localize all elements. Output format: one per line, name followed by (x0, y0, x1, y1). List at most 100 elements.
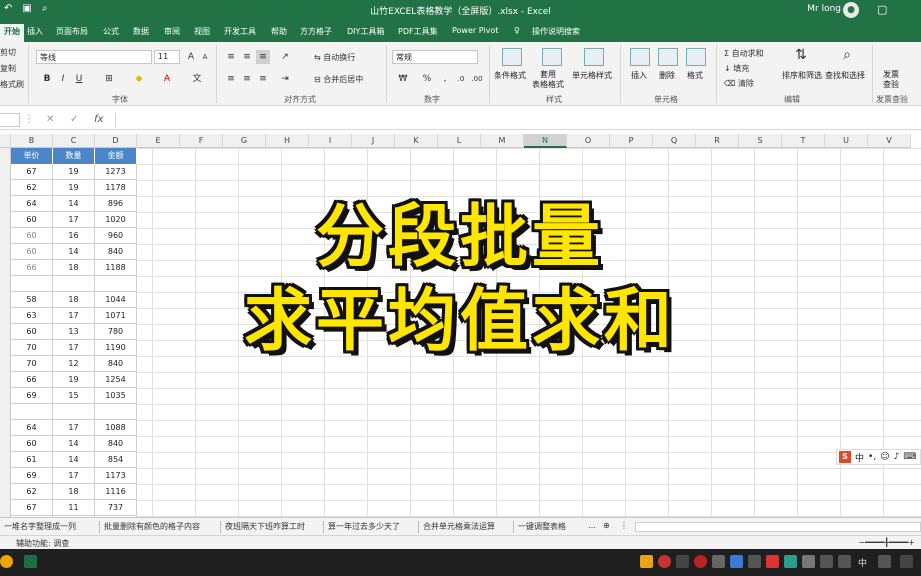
tab-power-pivot[interactable]: Power Pivot (452, 26, 498, 35)
tray-icon[interactable] (766, 555, 779, 568)
table-cell[interactable]: 62 (11, 484, 53, 500)
wrap-text-button[interactable]: ⇆ 自动换行 (314, 52, 355, 63)
fill-button[interactable]: ↓ 填充 (724, 63, 749, 74)
cell-styles-button[interactable]: 单元格样式 (572, 70, 612, 81)
table-cell[interactable]: 840 (95, 356, 137, 372)
table-cell[interactable]: 15 (53, 388, 95, 404)
align-right-icon[interactable]: ≡ (256, 72, 270, 86)
table-cell[interactable]: 1273 (95, 164, 137, 180)
network-icon[interactable] (820, 555, 833, 568)
table-cell[interactable]: 18 (53, 260, 95, 276)
table-cell[interactable]: 18 (53, 292, 95, 308)
percent-icon[interactable]: % (420, 72, 434, 86)
tab-page-layout[interactable]: 页面布局 (56, 26, 88, 37)
table-cell[interactable]: 17 (53, 420, 95, 436)
table-cell[interactable]: 1254 (95, 372, 137, 388)
column-header-s[interactable]: S (739, 134, 782, 148)
table-cell[interactable]: 69 (11, 468, 53, 484)
font-color-icon[interactable]: A (160, 72, 174, 86)
table-cell[interactable]: 1190 (95, 340, 137, 356)
table-cell[interactable] (95, 276, 137, 292)
table-cell[interactable]: 67 (11, 164, 53, 180)
tell-me-search[interactable]: 操作说明搜索 (532, 26, 580, 37)
table-cell[interactable]: 1178 (95, 180, 137, 196)
tab-review[interactable]: 审阅 (164, 26, 180, 37)
tray-icon[interactable] (802, 555, 815, 568)
font-shrink-icon[interactable]: A (198, 50, 212, 64)
table-cell[interactable]: 12 (53, 356, 95, 372)
find-select-icon[interactable]: ⌕ (840, 48, 854, 62)
sheet-tab[interactable]: 一键调整表格 (518, 521, 566, 532)
column-header-r[interactable]: R (696, 134, 739, 148)
table-cell[interactable]: 17 (53, 212, 95, 228)
tab-insert[interactable]: 插入 (27, 26, 43, 37)
row-headers[interactable] (0, 148, 11, 517)
table-cell[interactable]: 60 (11, 436, 53, 452)
table-cell[interactable]: 1035 (95, 388, 137, 404)
tray-icon[interactable] (784, 555, 797, 568)
sort-filter-icon[interactable]: ⇅ (794, 48, 808, 62)
column-header-m[interactable]: M (481, 134, 524, 148)
table-cell[interactable] (95, 404, 137, 420)
table-cell[interactable]: 1088 (95, 420, 137, 436)
avatar[interactable]: ● (843, 2, 859, 18)
sheet-tab[interactable]: 夜班隔天下班咋算工时 (225, 521, 305, 532)
user-name[interactable]: Mr long (807, 4, 841, 14)
zoom-slider[interactable]: −━━━━╂━━━━+ (858, 538, 915, 547)
notification-icon[interactable] (900, 555, 913, 568)
volume-icon[interactable] (838, 555, 851, 568)
merge-center-button[interactable]: ⊟ 合并后居中 (314, 74, 363, 85)
align-top-icon[interactable]: ≡ (224, 50, 238, 64)
chrome-icon[interactable] (0, 555, 13, 568)
tray-icon[interactable] (730, 555, 743, 568)
table-cell[interactable]: 14 (53, 244, 95, 260)
table-cell[interactable]: 16 (53, 228, 95, 244)
column-header-g[interactable]: G (223, 134, 266, 148)
table-cell[interactable]: 19 (53, 372, 95, 388)
column-header-d[interactable]: D (95, 134, 137, 148)
cut-button[interactable]: 剪切 (0, 47, 16, 58)
table-cell[interactable]: 70 (11, 356, 53, 372)
restore-icon[interactable]: ▢ (877, 3, 891, 16)
align-center-icon[interactable]: ≡ (240, 72, 254, 86)
table-cell[interactable]: 60 (11, 212, 53, 228)
increase-decimal-icon[interactable]: .0 (454, 72, 468, 86)
table-cell[interactable]: 69 (11, 388, 53, 404)
ime-indicator[interactable]: 中 (858, 556, 867, 569)
border-icon[interactable]: ⊞ (102, 72, 116, 86)
header-amount[interactable]: 金额 (95, 148, 137, 164)
table-cell[interactable]: 70 (11, 340, 53, 356)
format-painter-button[interactable]: 格式刷 (0, 79, 24, 90)
table-cell[interactable]: 840 (95, 436, 137, 452)
find-select-button[interactable]: 查找和选择 (825, 70, 865, 81)
emoji-icon[interactable]: ☺ (880, 452, 889, 462)
table-cell[interactable]: 66 (11, 372, 53, 388)
column-header-k[interactable]: K (395, 134, 438, 148)
conditional-format-button[interactable]: 条件格式 (494, 70, 526, 81)
table-cell[interactable]: 1044 (95, 292, 137, 308)
table-cell[interactable]: 1116 (95, 484, 137, 500)
format-as-table-button[interactable]: 套用 表格格式 (532, 70, 564, 90)
bold-button[interactable]: B (40, 72, 54, 86)
table-cell[interactable]: 1071 (95, 308, 137, 324)
cell-styles-icon[interactable] (584, 48, 604, 66)
header-unit-price[interactable]: 单价 (11, 148, 53, 164)
tab-data[interactable]: 数据 (133, 26, 149, 37)
align-left-icon[interactable]: ≡ (224, 72, 238, 86)
enter-icon[interactable]: ✓ (70, 114, 78, 125)
conditional-format-icon[interactable] (502, 48, 522, 66)
tab-view[interactable]: 视图 (194, 26, 210, 37)
tab-fangfang[interactable]: 方方格子 (300, 26, 332, 37)
table-cell[interactable]: 17 (53, 340, 95, 356)
tab-home[interactable]: 开始 (0, 24, 24, 42)
tray-icon[interactable] (658, 555, 671, 568)
sheet-tab[interactable]: 一堆名字整理成一列 (4, 521, 76, 532)
table-cell[interactable] (11, 276, 53, 292)
tab-diy-toolbox[interactable]: DIY工具箱 (347, 26, 384, 37)
table-cell[interactable]: 854 (95, 452, 137, 468)
table-cell[interactable]: 61 (11, 452, 53, 468)
table-cell[interactable]: 14 (53, 196, 95, 212)
sheet-tab[interactable]: 算一年过去多少天了 (328, 521, 400, 532)
table-cell[interactable]: 18 (53, 484, 95, 500)
table-cell[interactable] (53, 276, 95, 292)
